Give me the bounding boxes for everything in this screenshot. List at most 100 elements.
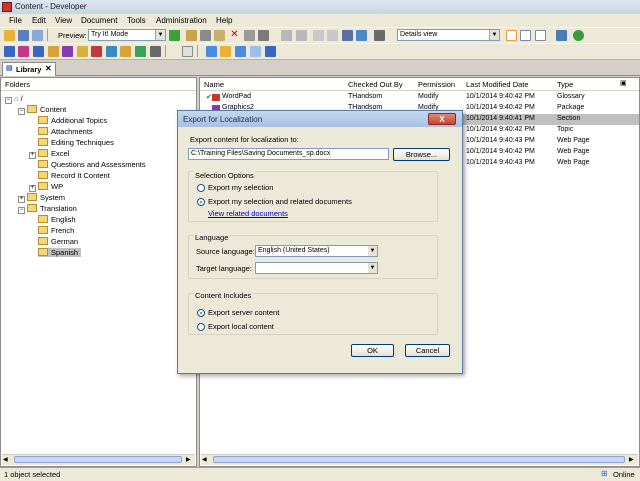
tree-item-additional-topics[interactable]: Additional Topics [38,116,107,125]
tree-item-spanish[interactable]: Spanish [38,248,82,257]
scroll-right-icon[interactable]: ▶ [186,456,191,463]
horizontal-scrollbar[interactable]: ◀ ▶ [201,454,638,465]
details-view-icon[interactable] [506,30,517,41]
tree-item-root[interactable]: − ⌂ / [5,94,23,104]
scroll-left-icon[interactable]: ◀ [202,456,207,463]
tree-item-excel[interactable]: + Excel [29,149,69,159]
menu-help[interactable]: Help [216,16,232,25]
radio-export-related[interactable] [197,198,205,206]
new-glossary-icon[interactable] [91,46,102,57]
column-header-name[interactable]: Name [204,80,224,89]
window-icon[interactable] [556,30,567,41]
view-mode-select[interactable]: Details view ▼ [397,29,500,41]
scroll-thumb[interactable] [14,456,182,463]
label-export-selection[interactable]: Export my selection [208,183,273,192]
scroll-thumb[interactable] [213,456,625,463]
menu-file[interactable]: File [9,16,22,25]
save-all-icon[interactable] [32,30,43,41]
link-icon[interactable] [150,46,161,57]
binoculars-icon[interactable] [342,30,353,41]
publish-icon[interactable] [265,46,276,57]
play-icon[interactable] [169,30,180,41]
column-chooser-icon[interactable]: ▣ [620,79,627,87]
scroll-left-icon[interactable]: ◀ [3,456,8,463]
column-header-modified[interactable]: Last Modified Date [466,80,529,89]
filter-icon[interactable] [374,30,385,41]
collapse-icon[interactable]: − [18,108,25,115]
column-header-type[interactable]: Type [557,80,573,89]
arrow-up-icon[interactable] [206,46,217,57]
tree-item-wp[interactable]: + WP [29,182,63,192]
menu-document[interactable]: Document [81,16,117,25]
cut-icon[interactable] [186,30,197,41]
menu-administration[interactable]: Administration [156,16,207,25]
dialog-close-button[interactable]: X [428,113,456,125]
scroll-right-icon[interactable]: ▶ [629,456,634,463]
tree-item-english[interactable]: English [38,215,76,224]
outdent-icon[interactable] [313,30,324,41]
new-section-icon[interactable] [18,46,29,57]
split-view-icon[interactable] [520,30,531,41]
check-out-icon[interactable] [220,46,231,57]
browse-button[interactable]: Browse... [393,148,450,161]
import-icon[interactable] [182,46,193,57]
menu-view[interactable]: View [55,16,72,25]
refresh-icon[interactable] [573,30,584,41]
radio-export-selection[interactable] [197,184,205,192]
menu-edit[interactable]: Edit [32,16,46,25]
indent-icon[interactable] [327,30,338,41]
new-folder-icon[interactable] [77,46,88,57]
horizontal-scrollbar[interactable]: ◀ ▶ [2,454,195,465]
delete-icon[interactable]: ✕ [229,30,240,41]
tab-library[interactable]: ▤ Library ✕ [2,62,56,76]
tree-item-editing-techniques[interactable]: Editing Techniques [38,138,114,147]
new-module-icon[interactable] [4,46,15,57]
redo-icon[interactable] [296,30,307,41]
source-language-select[interactable]: English (United States) ▼ [255,245,378,257]
tree-item-content[interactable]: − Content [18,105,66,115]
tree-item-attachments[interactable]: Attachments [38,127,93,136]
undo-icon[interactable] [281,30,292,41]
check-in-icon[interactable] [235,46,246,57]
radio-export-server[interactable] [197,309,205,317]
target-language-select[interactable]: ▼ [255,262,378,274]
tree-item-translation[interactable]: − Translation [18,204,77,214]
view-related-link[interactable]: View related documents [208,209,288,218]
tree-item-record-it[interactable]: Record It Content [38,171,110,180]
new-web-page-icon[interactable] [48,46,59,57]
expand-icon[interactable]: + [18,196,25,203]
tree-item-system[interactable]: + System [18,193,65,203]
open-icon[interactable] [4,30,15,41]
close-icon[interactable]: ✕ [45,64,52,73]
new-assessment-icon[interactable] [120,46,131,57]
collapse-icon[interactable]: − [5,97,12,104]
table-row[interactable]: ✔ WordPad THandsom Modify 10/1/2014 9:40… [200,92,639,103]
cancel-button[interactable]: Cancel [405,344,450,357]
find-icon[interactable] [258,30,269,41]
column-header-checked-out-by[interactable]: Checked Out By [348,80,403,89]
expand-icon[interactable]: + [29,152,36,159]
columns-view-icon[interactable] [535,30,546,41]
paste-icon[interactable] [214,30,225,41]
label-export-local[interactable]: Export local content [208,322,274,331]
tree-item-german[interactable]: German [38,237,78,246]
export-path-field[interactable]: C:\Training Files\Saving Documents_sp.do… [188,148,389,160]
collapse-icon[interactable]: − [18,207,25,214]
tree-item-questions[interactable]: Questions and Assessments [38,160,146,169]
new-question-icon[interactable] [106,46,117,57]
save-icon[interactable] [18,30,29,41]
new-topic-icon[interactable] [33,46,44,57]
preview-mode-select[interactable]: Try It! Mode ▼ [88,29,166,41]
ok-button[interactable]: OK [351,344,394,357]
menu-tools[interactable]: Tools [127,16,146,25]
copy-icon[interactable] [200,30,211,41]
label-export-related[interactable]: Export my selection and related document… [208,197,352,206]
history-icon[interactable] [250,46,261,57]
tree-item-french[interactable]: French [38,226,74,235]
new-package-icon[interactable] [62,46,73,57]
label-export-server[interactable]: Export server content [208,308,279,317]
column-header-permission[interactable]: Permission [418,80,455,89]
spellcheck-icon[interactable] [356,30,367,41]
properties-icon[interactable] [244,30,255,41]
radio-export-local[interactable] [197,323,205,331]
